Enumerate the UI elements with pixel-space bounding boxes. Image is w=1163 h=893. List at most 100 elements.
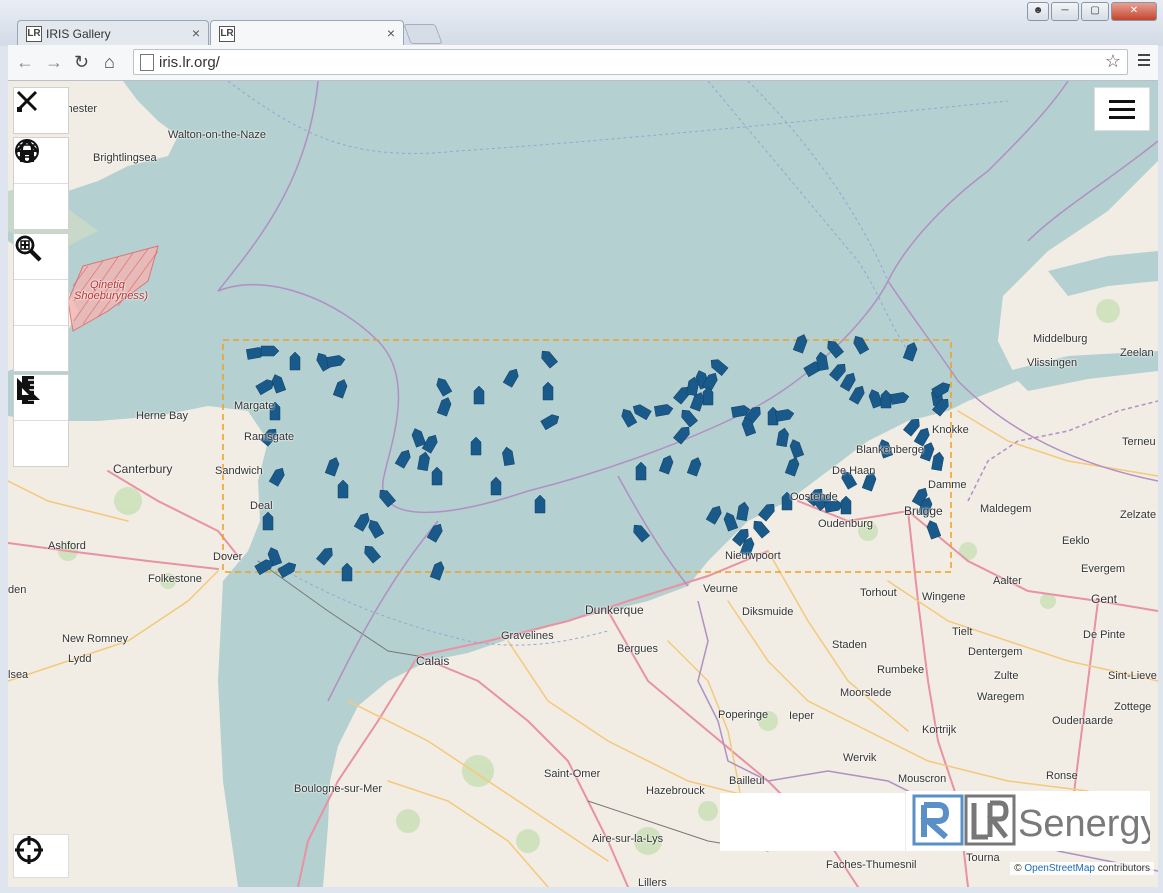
place-label: Brugge	[904, 504, 943, 518]
map-canvas[interactable]	[8, 81, 1158, 887]
place-label: Ieper	[789, 710, 815, 722]
place-label: Moorslede	[840, 687, 892, 699]
place-label: Herne Bay	[136, 410, 188, 422]
bookmark-star-icon[interactable]: ☆	[1105, 51, 1121, 72]
place-label: Dunkerque	[585, 603, 644, 617]
place-label: Middelburg	[1033, 333, 1088, 345]
place-label: Lillers	[638, 877, 667, 887]
maximize-icon[interactable]: ▢	[1081, 2, 1109, 21]
place-label: Zulte	[994, 670, 1019, 682]
place-label: Walton-on-the-Naze	[168, 129, 267, 141]
home-browser-icon[interactable]: ⌂	[104, 52, 115, 73]
blank-panel	[720, 793, 905, 851]
menu-icon[interactable]	[1094, 87, 1150, 131]
place-label: Maldegem	[980, 503, 1032, 515]
place-label: Nieuwpoort	[725, 550, 781, 562]
place-label: den	[8, 584, 27, 596]
reload-icon[interactable]: ↻	[74, 52, 89, 73]
place-label: Deal	[250, 500, 273, 512]
zoom-group	[13, 233, 69, 372]
place-label: Oudenburg	[818, 518, 874, 530]
place-label: Brightlingsea	[93, 152, 157, 164]
home-icon	[14, 138, 40, 162]
browser-toolbar: ← → ↻ ⌂ iris.lr.org/ ☆	[8, 45, 1158, 81]
place-label: Dentergem	[968, 646, 1023, 658]
zoom-extent-icon	[15, 235, 42, 262]
nav-group	[13, 137, 69, 230]
place-label: Aalter	[993, 575, 1022, 587]
set-square-icon	[17, 378, 40, 400]
place-label: Diksmuide	[742, 606, 794, 618]
place-label: Aire-sur-la-Lys	[592, 833, 664, 845]
place-label: Faches-Thumesnil	[826, 859, 917, 871]
place-label: New Romney	[62, 633, 129, 645]
place-label: Terneu	[1122, 436, 1156, 448]
home-button[interactable]	[14, 138, 68, 229]
new-tab-button[interactable]	[403, 24, 443, 44]
place-label: Calais	[416, 654, 450, 668]
measure-group	[13, 374, 69, 467]
forward-icon[interactable]: →	[45, 52, 63, 73]
place-label: Torhout	[860, 587, 897, 599]
place-label: Tourna	[966, 852, 1000, 864]
place-label: Mouscron	[898, 773, 947, 785]
locate-icon	[15, 836, 43, 864]
place-label: Ramsgate	[244, 431, 295, 443]
browser-menu-icon[interactable]	[1138, 54, 1150, 69]
address-bar[interactable]: iris.lr.org/ ☆	[133, 49, 1128, 75]
zoom-out-button[interactable]	[14, 235, 68, 326]
place-label: Sint-Lieve	[1108, 670, 1157, 682]
place-label: Poperinge	[718, 709, 769, 721]
tab-iris-map[interactable]: LR ×	[210, 20, 404, 46]
window-controls: ☻ ─ ▢ ✕	[1027, 2, 1157, 21]
lr-favicon-icon: LR	[26, 26, 42, 42]
draw-tools-button[interactable]	[14, 88, 68, 133]
place-label: lsea	[8, 669, 29, 681]
place-label: Canterbury	[113, 462, 173, 476]
place-label: Damme	[928, 479, 967, 491]
place-label: Margate	[234, 400, 275, 412]
draw-tools-icon	[16, 90, 38, 112]
place-label: Ronse	[1046, 770, 1078, 782]
place-label: Veurne	[703, 583, 738, 595]
place-label: Wingene	[922, 591, 966, 603]
map-view[interactable]: chester Walton-on-the-Naze Brightlingsea Qi…	[8, 81, 1158, 887]
place-label: Gravelines	[501, 630, 554, 642]
tab-iris-gallery[interactable]: LR IRIS Gallery ×	[17, 20, 209, 46]
place-label: Lydd	[68, 653, 92, 665]
place-label: De Haan	[832, 465, 876, 477]
place-label: Ashford	[48, 540, 86, 552]
place-label: Knokke	[932, 424, 969, 436]
close-window-icon[interactable]: ✕	[1111, 2, 1157, 21]
place-label: Bailleul	[729, 775, 765, 787]
minimize-icon[interactable]: ─	[1051, 2, 1079, 21]
zoom-extent-button[interactable]	[14, 235, 68, 371]
place-label: Folkestone	[148, 573, 202, 585]
tab-close-icon[interactable]: ×	[387, 25, 395, 41]
set-square-button[interactable]	[14, 378, 68, 466]
logo-brand-text: Senergy	[1018, 803, 1150, 845]
tab-title: IRIS Gallery	[46, 27, 111, 41]
place-label: Wervik	[843, 752, 877, 764]
place-label: Gent	[1091, 592, 1118, 606]
place-label: Shoeburyness)	[74, 290, 148, 302]
place-label: Bergues	[617, 643, 658, 655]
map-attribution: © OpenStreetMap contributors	[1010, 862, 1154, 875]
place-label: Dover	[213, 551, 243, 563]
user-icon[interactable]: ☻	[1027, 2, 1049, 21]
place-label: Tielt	[952, 626, 973, 638]
locate-button[interactable]	[13, 834, 69, 878]
place-label: Sandwich	[215, 465, 263, 477]
back-icon[interactable]: ←	[16, 52, 34, 73]
attribution-suffix: contributors	[1094, 863, 1150, 874]
place-label: Waregem	[977, 691, 1025, 703]
place-label: Blankenberge	[856, 444, 924, 456]
place-label: Oostende	[790, 491, 838, 503]
place-label: Saint-Omer	[544, 768, 601, 780]
lr-favicon-icon: LR	[219, 26, 235, 42]
place-label: Evergem	[1081, 563, 1126, 575]
url-text[interactable]: iris.lr.org/	[159, 54, 220, 71]
tab-close-icon[interactable]: ×	[192, 25, 200, 41]
place-label: Kortrijk	[922, 724, 957, 736]
osm-link[interactable]: OpenStreetMap	[1024, 863, 1095, 874]
